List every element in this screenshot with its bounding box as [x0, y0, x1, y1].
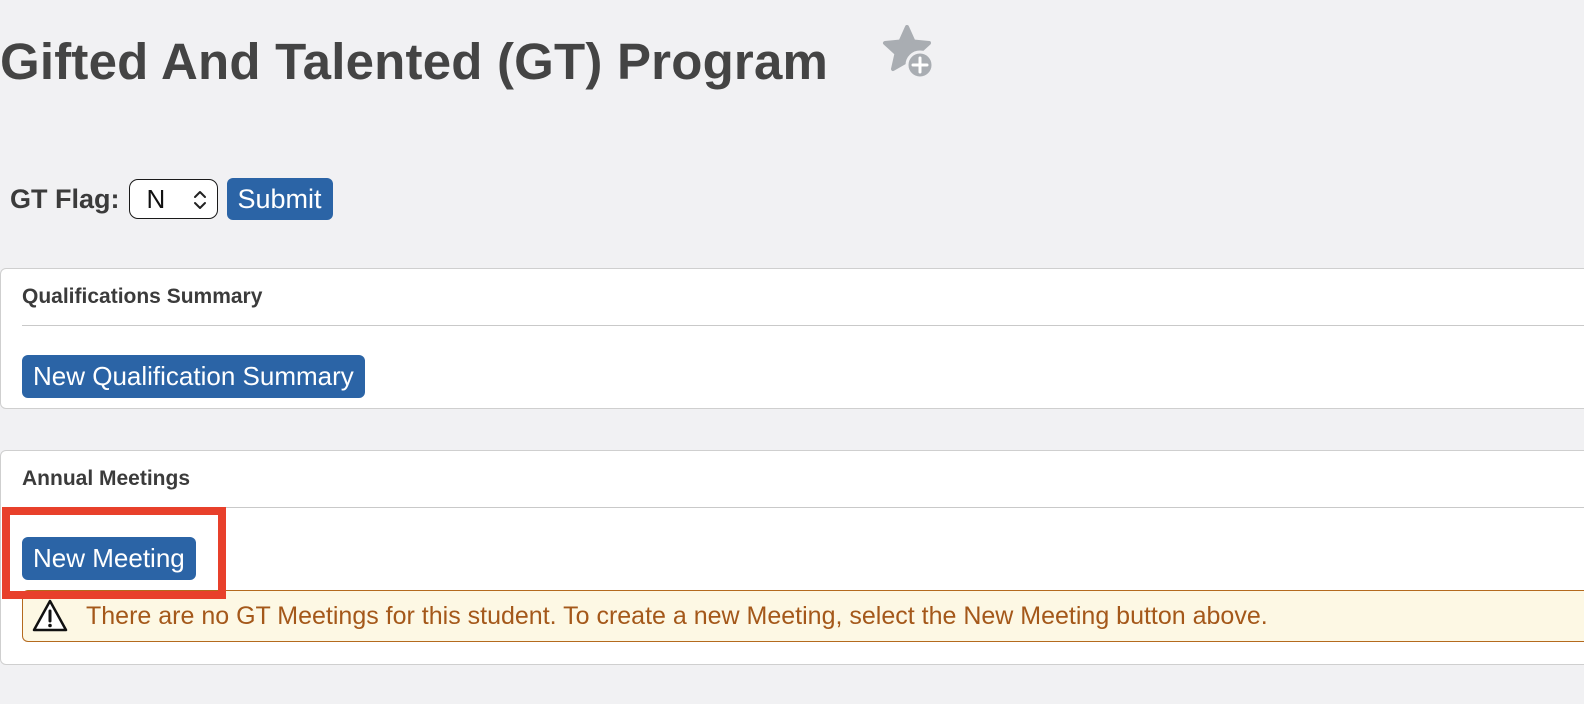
new-meeting-button[interactable]: New Meeting	[22, 537, 196, 580]
gt-flag-row: GT Flag: N Submit	[10, 178, 333, 220]
page: Gifted And Talented (GT) Program GT Flag…	[0, 0, 1584, 704]
qualifications-summary-panel: Qualifications Summary New Qualification…	[0, 268, 1584, 409]
warning-triangle-icon	[32, 599, 68, 632]
submit-button[interactable]: Submit	[226, 178, 333, 220]
gt-flag-label: GT Flag:	[10, 183, 120, 214]
title-row: Gifted And Talented (GT) Program	[0, 24, 938, 91]
annual-meetings-panel: Annual Meetings New Meeting There are no…	[0, 450, 1584, 665]
gt-flag-select[interactable]: N	[128, 179, 218, 219]
annual-meetings-heading: Annual Meetings	[22, 451, 1584, 508]
no-meetings-message: There are no GT Meetings for this studen…	[86, 601, 1268, 630]
select-updown-icon	[193, 191, 206, 209]
gt-flag-selected-value: N	[146, 183, 166, 214]
new-qualification-summary-button[interactable]: New Qualification Summary	[22, 355, 365, 398]
no-meetings-alert: There are no GT Meetings for this studen…	[22, 590, 1584, 642]
add-favorite-star-icon[interactable]	[880, 24, 938, 83]
page-title: Gifted And Talented (GT) Program	[0, 33, 829, 90]
qualifications-summary-heading: Qualifications Summary	[22, 269, 1584, 326]
